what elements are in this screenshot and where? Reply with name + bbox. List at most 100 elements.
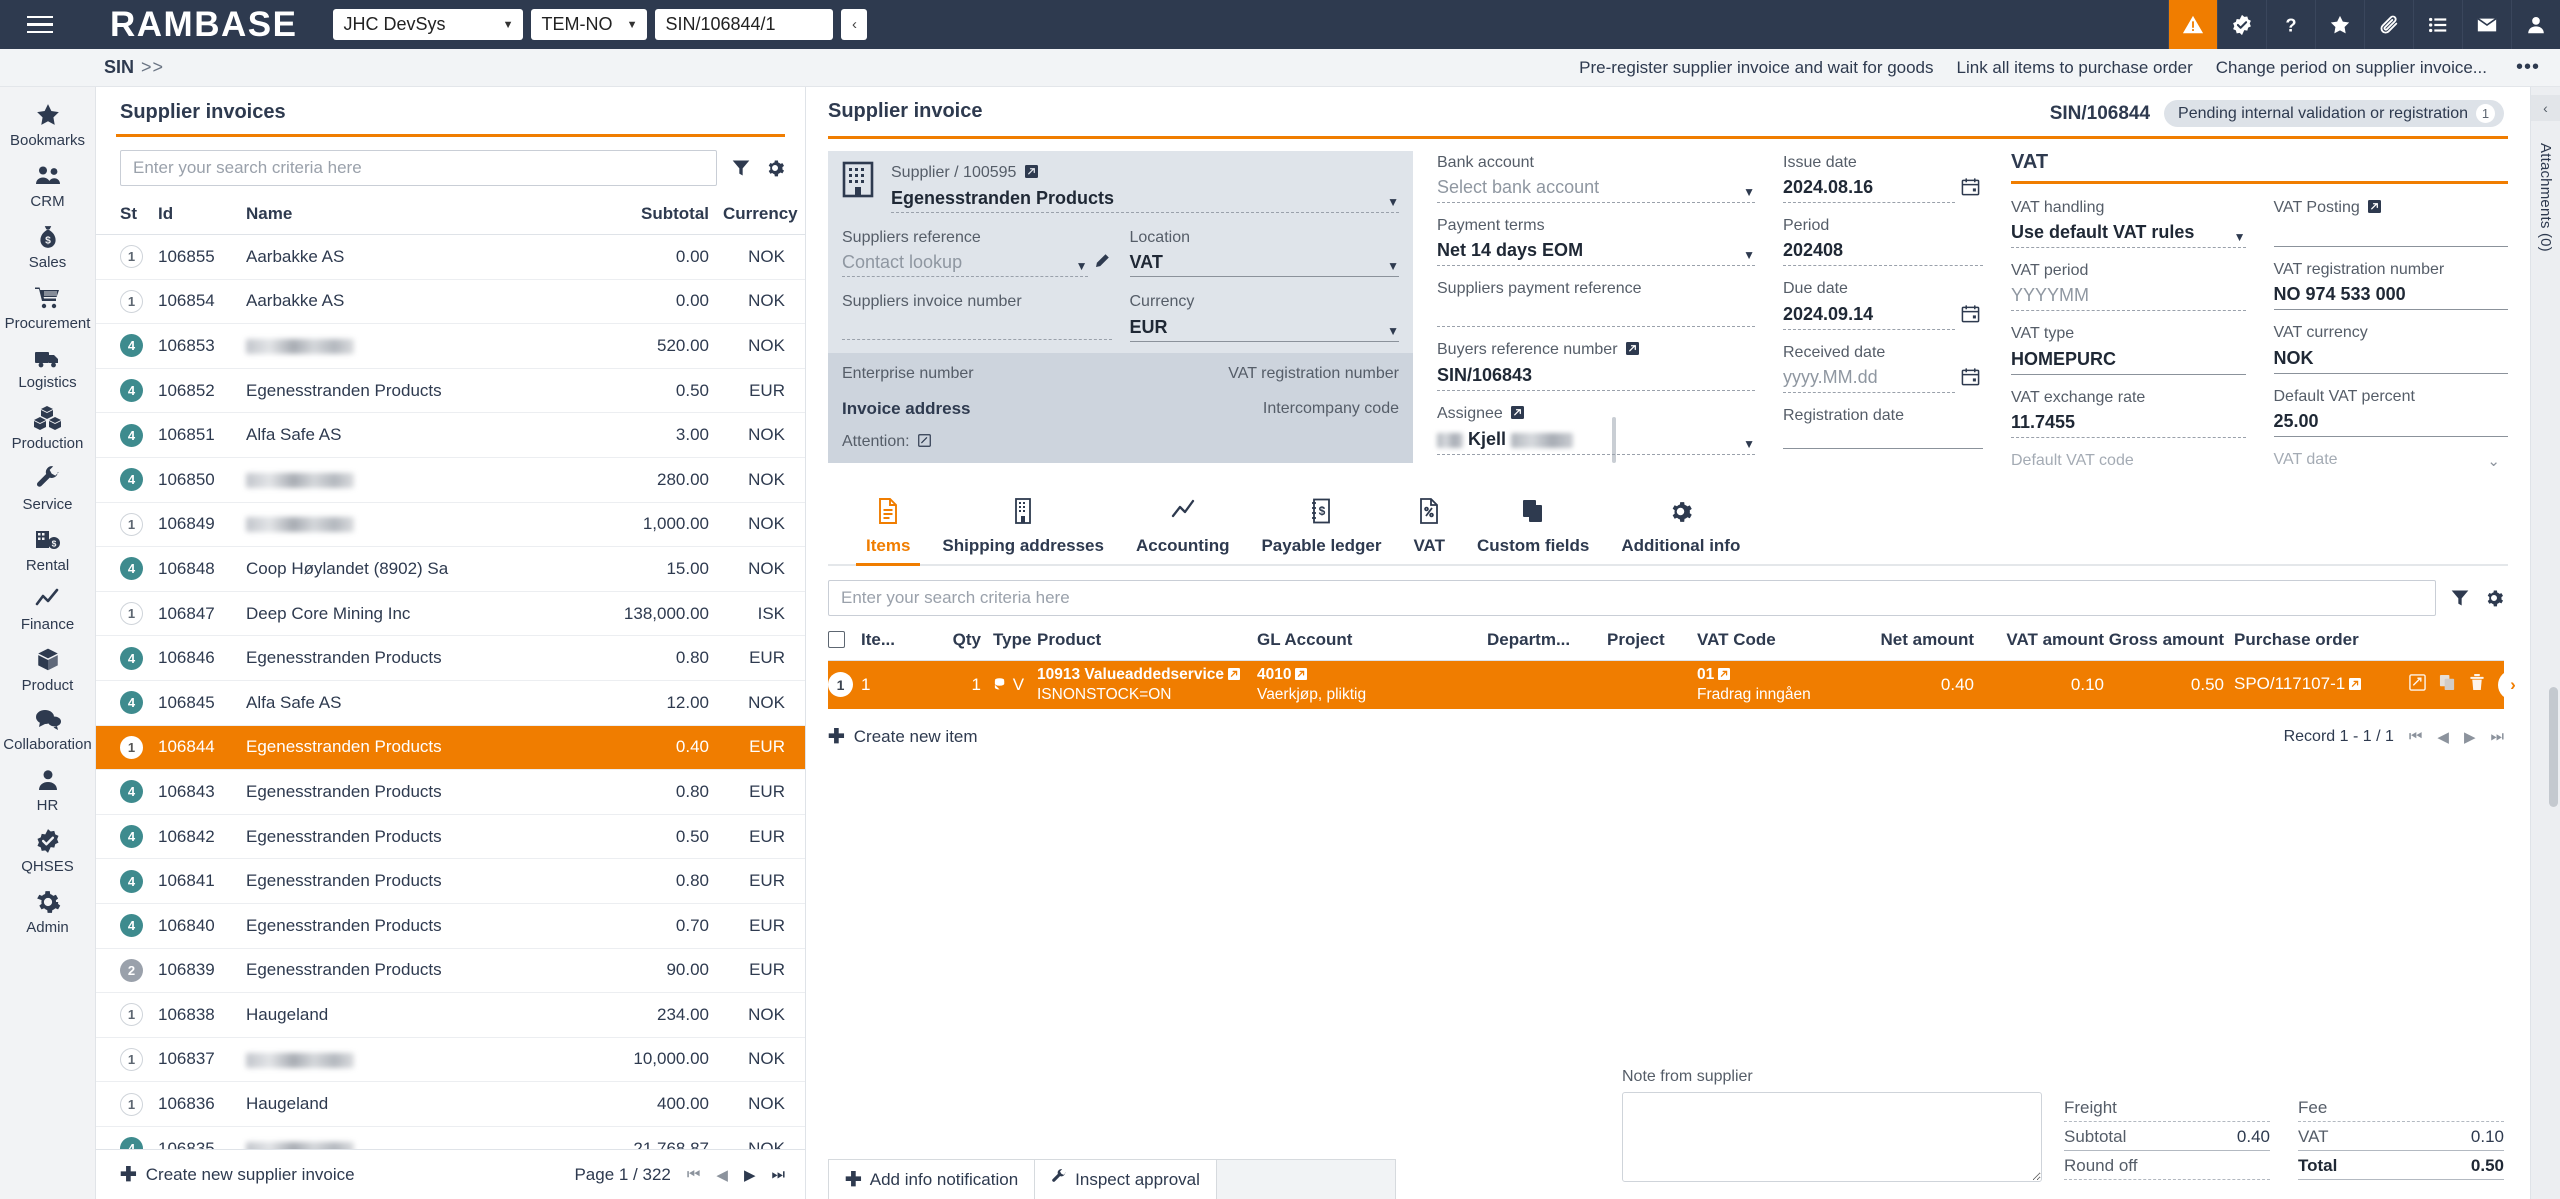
sidebar-item-sales[interactable]: $ Sales [0, 216, 96, 277]
sidebar-item-product[interactable]: Product [0, 639, 96, 700]
vat-exchange-rate-input[interactable]: 11.7455 [2011, 409, 2246, 438]
table-row[interactable]: 1106836Haugeland400.00NOK [96, 1082, 805, 1127]
vertical-scrollbar[interactable] [2549, 687, 2558, 807]
action-link-link-all-items[interactable]: Link all items to purchase order [1957, 58, 2193, 78]
create-new-supplier-invoice-button[interactable]: ✚ Create new supplier invoice [120, 1165, 355, 1185]
select-all-checkbox[interactable] [828, 631, 861, 648]
vat-period-input[interactable]: YYYYMM [2011, 282, 2246, 311]
duplicate-icon[interactable] [2439, 674, 2456, 696]
table-row[interactable]: 4106845Alfa Safe AS12.00NOK [96, 681, 805, 726]
vat-currency-input[interactable]: NOK [2274, 345, 2509, 374]
external-link-icon[interactable] [1228, 666, 1240, 685]
suppliers-invoice-number-input[interactable] [842, 314, 1112, 340]
last-record-button[interactable]: ⏭ [2490, 728, 2504, 745]
attachments-label[interactable]: Attachments (0) [2537, 143, 2554, 252]
next-record-button[interactable]: ▶ [2464, 728, 2476, 746]
bank-account-select[interactable]: Select bank account ▼ [1437, 174, 1755, 203]
attachments-icon[interactable] [2364, 0, 2413, 49]
tab-payable-ledger[interactable]: $Payable ledger [1245, 494, 1397, 564]
action-link-pre-register[interactable]: Pre-register supplier invoice and wait f… [1579, 58, 1933, 78]
contact-lookup-select[interactable]: Contact lookup ▼ [842, 249, 1088, 277]
collapse-rail-button[interactable]: ‹ [2531, 95, 2560, 121]
prev-record-button[interactable]: ◀ [2437, 728, 2449, 746]
last-page-button[interactable]: ⏭ [771, 1166, 785, 1183]
inspect-approval-button[interactable]: Inspect approval [1034, 1159, 1217, 1199]
external-link-icon[interactable] [1025, 162, 1038, 185]
language-selector[interactable]: TEM-NO ▼ [531, 9, 647, 40]
sidebar-item-logistics[interactable]: Logistics [0, 338, 96, 397]
note-from-supplier-textarea[interactable] [1622, 1092, 2042, 1182]
tab-additional-info[interactable]: Additional info [1605, 495, 1756, 564]
table-row[interactable]: 1106838Haugeland234.00NOK [96, 993, 805, 1038]
issue-date-input[interactable]: 2024.08.16 [1783, 174, 1955, 203]
first-record-button[interactable]: ⏮ [2409, 728, 2423, 745]
period-input[interactable]: 202408 [1783, 237, 1983, 266]
location-select[interactable]: VAT ▼ [1130, 249, 1400, 277]
expand-vat-section-icon[interactable]: ⌄ [2487, 452, 2500, 470]
external-link-icon[interactable] [1626, 339, 1639, 362]
search-input[interactable] [120, 150, 717, 186]
table-row[interactable]: 4106840Egenesstranden Products0.70EUR [96, 904, 805, 949]
table-row[interactable]: 4106846Egenesstranden Products0.80EUR [96, 636, 805, 681]
table-row[interactable]: 4106843Egenesstranden Products0.80EUR [96, 770, 805, 815]
user-icon[interactable] [2511, 0, 2560, 49]
items-search-input[interactable] [828, 580, 2436, 616]
external-link-icon[interactable] [1718, 666, 1730, 685]
table-row[interactable]: 4106852Egenesstranden Products0.50EUR [96, 369, 805, 414]
document-search-input[interactable] [655, 9, 833, 40]
table-row[interactable]: 4106850280.00NOK [96, 458, 805, 503]
default-vat-percent-input[interactable]: 25.00 [2274, 408, 2509, 437]
calendar-icon[interactable] [1961, 177, 1983, 203]
gear-icon[interactable] [765, 158, 785, 178]
payment-terms-select[interactable]: Net 14 days EOM ▼ [1437, 237, 1755, 266]
table-row[interactable]: 1106844Egenesstranden Products0.40EUR [96, 726, 805, 771]
first-page-button[interactable]: ⏮ [687, 1166, 701, 1183]
table-row[interactable]: 4106851Alfa Safe AS3.00NOK [96, 413, 805, 458]
calendar-icon[interactable] [1961, 367, 1983, 393]
calendar-icon[interactable] [1961, 304, 1983, 330]
received-date-input[interactable]: yyyy.MM.dd [1783, 364, 1955, 393]
table-row[interactable]: 110683710,000.00NOK [96, 1038, 805, 1083]
action-link-change-period[interactable]: Change period on supplier invoice... [2216, 58, 2487, 78]
gear-icon[interactable] [2484, 588, 2504, 608]
external-link-icon[interactable] [2368, 197, 2381, 220]
open-row-button[interactable]: › [2498, 670, 2528, 700]
sidebar-item-production[interactable]: Production [0, 397, 96, 458]
messages-icon[interactable] [2462, 0, 2511, 49]
table-row[interactable]: 4106853520.00NOK [96, 324, 805, 369]
favorites-icon[interactable] [2315, 0, 2364, 49]
vat-handling-select[interactable]: Use default VAT rules ▼ [2011, 219, 2246, 248]
edit-note-icon[interactable] [918, 431, 931, 454]
external-link-icon[interactable] [2349, 675, 2361, 695]
table-row[interactable]: 410683521,768.87NOK [96, 1127, 805, 1149]
vat-registration-number-input[interactable]: NO 974 533 000 [2274, 281, 2509, 310]
sidebar-item-rental[interactable]: $ Rental [0, 519, 96, 580]
sidebar-item-crm[interactable]: CRM [0, 155, 96, 216]
table-row[interactable]: 2106839Egenesstranden Products90.00EUR [96, 949, 805, 994]
delete-icon[interactable] [2469, 674, 2485, 696]
buyers-reference-number-input[interactable]: SIN/106843 [1437, 362, 1755, 391]
suppliers-payment-reference-input[interactable] [1437, 301, 1755, 327]
table-row[interactable]: 4106841Egenesstranden Products0.80EUR [96, 859, 805, 904]
currency-select[interactable]: EUR ▼ [1130, 314, 1400, 342]
table-row[interactable]: 4106842Egenesstranden Products0.50EUR [96, 815, 805, 860]
sidebar-item-bookmarks[interactable]: Bookmarks [0, 94, 96, 155]
edit-icon[interactable] [2409, 674, 2426, 696]
supplier-value-field[interactable]: Egenesstranden Products ▼ [891, 185, 1399, 213]
table-row[interactable]: 1106847Deep Core Mining Inc138,000.00ISK [96, 592, 805, 637]
sidebar-item-qhses[interactable]: QHSES [0, 820, 96, 881]
sidebar-item-service[interactable]: Service [0, 458, 96, 519]
quality-badge-icon[interactable] [2217, 0, 2266, 49]
status-badge[interactable]: Pending internal validation or registrat… [2164, 100, 2504, 127]
more-actions-icon[interactable]: ••• [2510, 56, 2546, 79]
filter-icon[interactable] [2450, 588, 2470, 608]
sidebar-item-finance[interactable]: Finance [0, 580, 96, 639]
create-new-item-button[interactable]: ✚ Create new item [828, 727, 978, 747]
external-link-icon[interactable] [1295, 666, 1307, 685]
due-date-input[interactable]: 2024.09.14 [1783, 301, 1955, 330]
sidebar-item-hr[interactable]: HR [0, 759, 96, 820]
filter-icon[interactable] [731, 158, 751, 178]
add-info-notification-button[interactable]: ✚ Add info notification [828, 1159, 1035, 1199]
menu-toggle-button[interactable] [0, 0, 80, 49]
tab-accounting[interactable]: Accounting [1120, 494, 1246, 564]
